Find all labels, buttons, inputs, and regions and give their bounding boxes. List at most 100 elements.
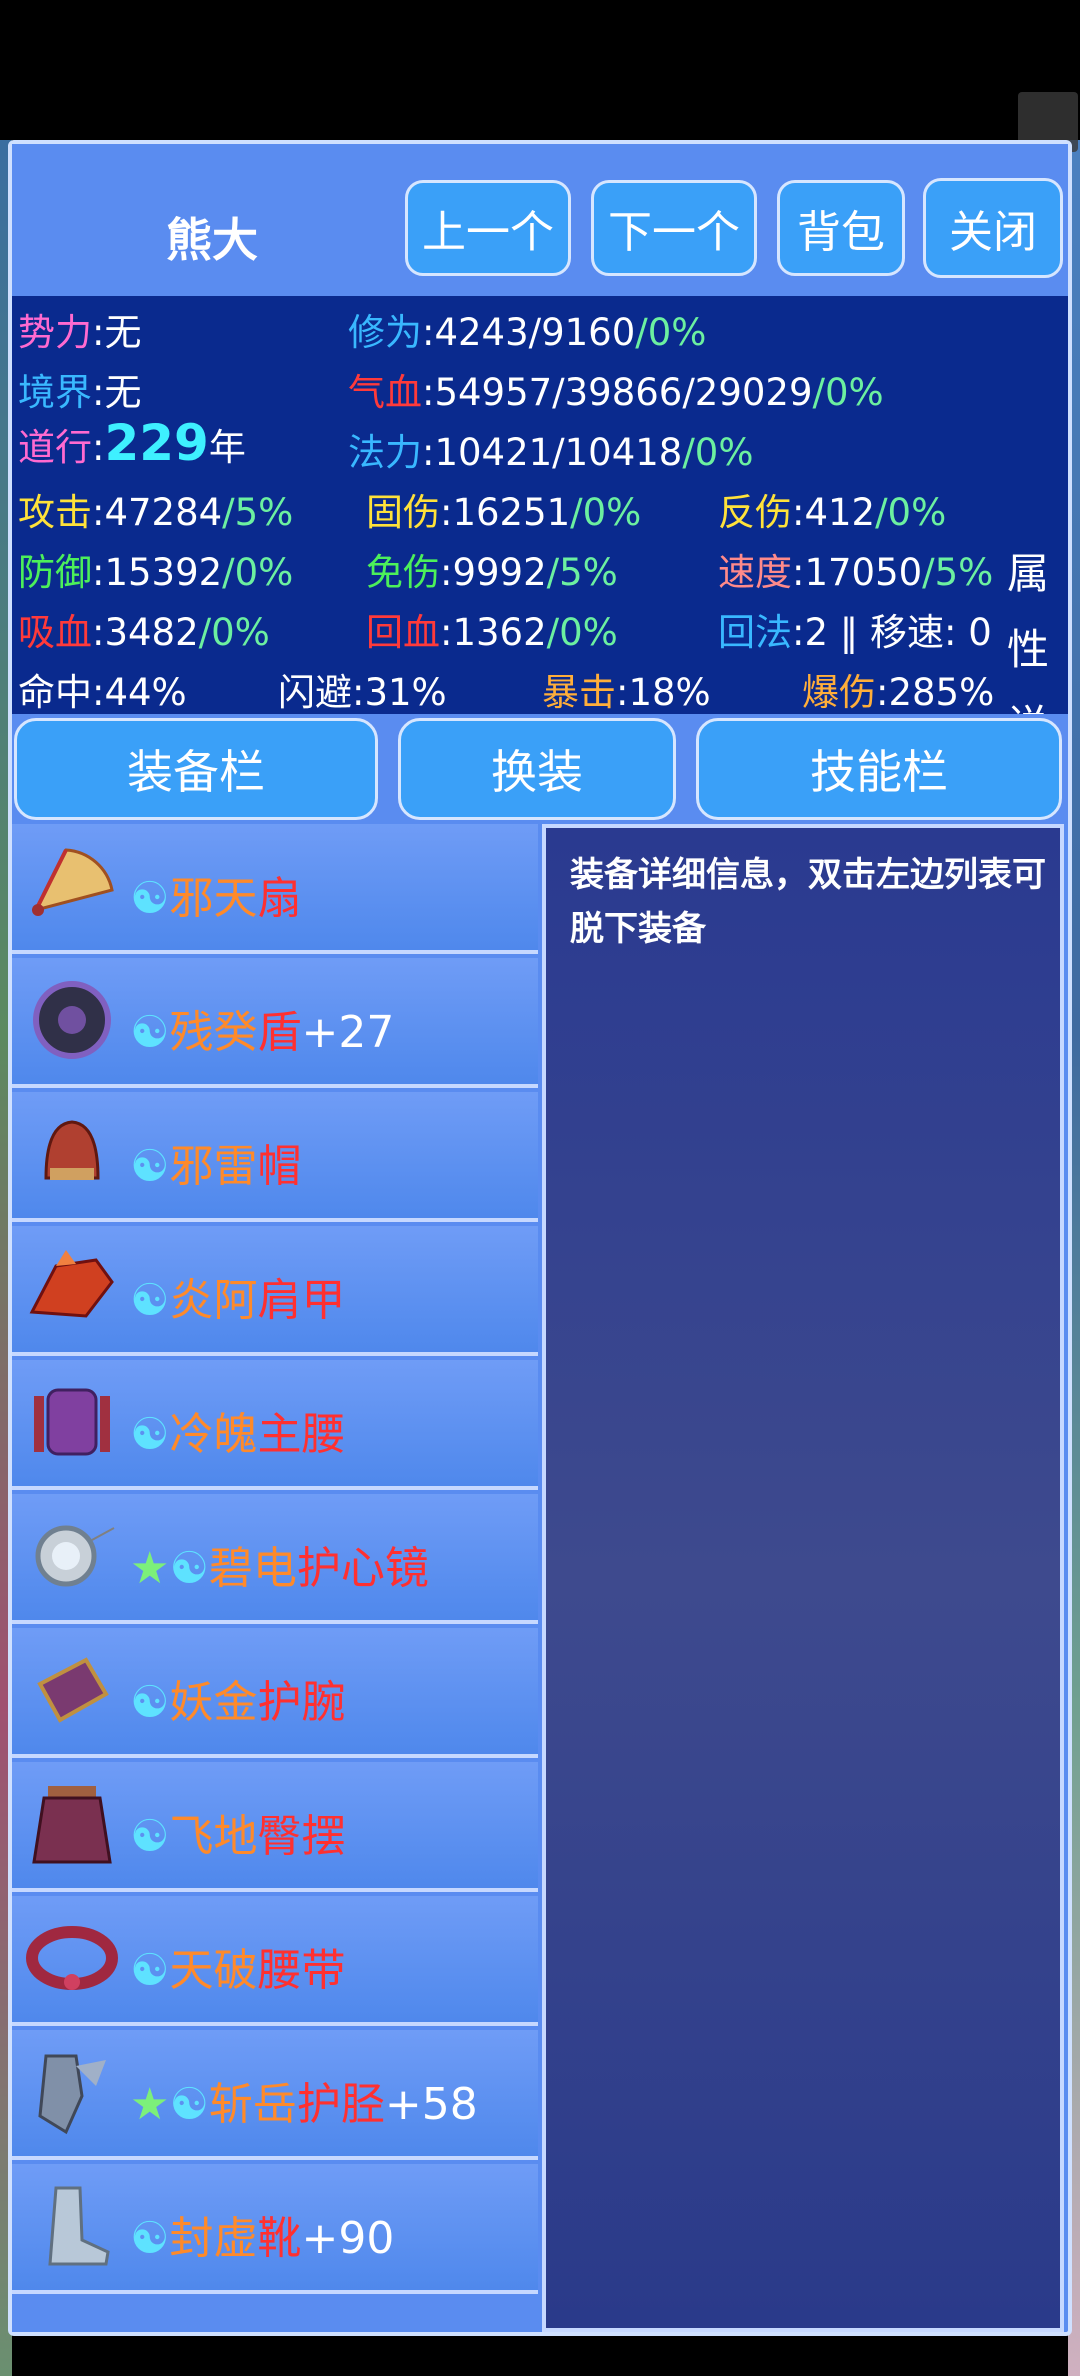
stat-fali: 法力:10421/10418/0% (348, 431, 754, 474)
equipment-q2: 盾 (257, 1007, 302, 1058)
shield-icon (24, 972, 120, 1068)
stat-xiuwei: 修为:4243/9160/0% (348, 311, 707, 354)
screen: 熊大 上一个 下一个 背包 关闭 势力:无 修为:4243/9160/0% 境界… (0, 0, 1080, 2376)
equipment-row[interactable]: ☯冷魄主腰 (12, 1360, 538, 1490)
equipment-detail-panel: 装备详细信息，双击左边列表可脱下装备 (542, 824, 1064, 2332)
stats-panel: 势力:无 修为:4243/9160/0% 境界:无 气血:54957/39866… (12, 296, 1068, 826)
equipment-yy: ☯ (130, 1141, 170, 1192)
equipment-row[interactable]: ☯邪天扇 (12, 824, 538, 954)
stat-fanshang: 反伤:412/0% (718, 491, 947, 534)
equipment-row[interactable]: ★☯斩岳护胫+58 (12, 2030, 538, 2160)
equipment-plus: +58 (384, 2079, 478, 2130)
equipment-yy: ☯ (130, 1409, 170, 1460)
equipment-q1: 天破 (169, 1945, 258, 1996)
tab-skills[interactable]: 技能栏 (696, 718, 1062, 820)
equipment-name: ★☯碧电护心镜 (130, 1532, 429, 1596)
equipment-name: ★☯斩岳护胫+58 (130, 2068, 478, 2132)
equipment-name: ☯天破腰带 (130, 1934, 345, 1998)
equipment-yy: ☯ (130, 2213, 170, 2264)
stat-qixue: 气血:54957/39866/29029/0% (348, 371, 884, 414)
equipment-row[interactable]: ☯炎阿肩甲 (12, 1226, 538, 1356)
equipment-yy: ☯ (130, 1677, 170, 1728)
waist-armor-icon (24, 1374, 120, 1470)
equipment-q2: 肩甲 (257, 1275, 346, 1326)
equipment-yy: ☯ (169, 1543, 209, 1594)
stat-mingzhong: 命中:44% (18, 671, 187, 714)
equipment-name: ☯残癸盾+27 (130, 996, 394, 1060)
stat-shili: 势力:无 (18, 311, 142, 354)
equipment-star: ★ (130, 2079, 170, 2130)
stat-baoji: 暴击:18% (542, 671, 711, 714)
equipment-yy: ☯ (169, 2079, 209, 2130)
stat-xixue: 吸血:3482/0% (18, 611, 270, 654)
boots-icon (24, 2178, 120, 2274)
equipment-q2: 护腕 (257, 1677, 346, 1728)
equipment-q2: 扇 (257, 873, 302, 924)
stat-jingjie: 境界:无 (18, 371, 142, 414)
equipment-row[interactable]: ★☯碧电护心镜 (12, 1494, 538, 1624)
equipment-q1: 邪天 (169, 873, 258, 924)
attr-char-1: 属 (1006, 549, 1049, 598)
equipment-yy: ☯ (130, 1007, 170, 1058)
close-button[interactable]: 关闭 (923, 178, 1063, 278)
equipment-row[interactable]: ☯封虚靴+90 (12, 2164, 538, 2294)
tab-bar: 装备栏 换装 技能栏 (12, 714, 1068, 824)
mirror-icon (24, 1508, 120, 1604)
panel-header: 熊大 上一个 下一个 背包 关闭 (12, 144, 1068, 296)
equipment-q2: 帽 (257, 1141, 302, 1192)
equipment-yy: ☯ (130, 1945, 170, 1996)
greaves-icon (24, 2044, 120, 2140)
prev-button[interactable]: 上一个 (405, 180, 571, 276)
stat-baoshang: 爆伤:285% (802, 671, 995, 714)
equipment-plus: +90 (301, 2213, 395, 2264)
next-button[interactable]: 下一个 (591, 180, 757, 276)
equipment-row[interactable]: ☯飞地臀摆 (12, 1762, 538, 1892)
equipment-q2: 臀摆 (257, 1811, 346, 1862)
stat-huifa: 回法:2 ‖ 移速: 0 (718, 611, 992, 654)
hip-skirt-icon (24, 1776, 120, 1872)
stat-gongji: 攻击:47284/5% (18, 491, 294, 534)
equipment-yy: ☯ (130, 1275, 170, 1326)
equipment-q1: 邪雷 (169, 1141, 258, 1192)
stat-sudu: 速度:17050/5% (718, 551, 994, 594)
stat-gushang: 固伤:16251/0% (366, 491, 642, 534)
equipment-row[interactable]: ☯残癸盾+27 (12, 958, 538, 1088)
equipment-row[interactable]: ☯天破腰带 (12, 1896, 538, 2026)
detail-text: 装备详细信息，双击左边列表可脱下装备 (570, 855, 1046, 949)
bag-button[interactable]: 背包 (777, 180, 905, 276)
equipment-q1: 冷魄 (169, 1409, 258, 1460)
equipment-name: ☯邪雷帽 (130, 1130, 301, 1194)
tab-equipment[interactable]: 装备栏 (14, 718, 378, 820)
attr-char-2: 性 (1006, 625, 1049, 674)
stat-huixue: 回血:1362/0% (366, 611, 618, 654)
equipment-row[interactable]: ☯妖金护腕 (12, 1628, 538, 1758)
equipment-name: ☯炎阿肩甲 (130, 1264, 345, 1328)
equipment-name: ☯冷魄主腰 (130, 1398, 345, 1462)
character-panel: 熊大 上一个 下一个 背包 关闭 势力:无 修为:4243/9160/0% 境界… (8, 140, 1072, 2336)
tab-change-outfit[interactable]: 换装 (398, 718, 676, 820)
equipment-name: ☯飞地臀摆 (130, 1800, 345, 1864)
equipment-plus: +27 (301, 1007, 395, 1058)
belt-icon (24, 1910, 120, 2006)
equipment-name: ☯封虚靴+90 (130, 2202, 394, 2266)
equipment-q1: 妖金 (169, 1677, 258, 1728)
equipment-yy: ☯ (130, 1811, 170, 1862)
stat-mianshang: 免伤:9992/5% (366, 551, 618, 594)
equipment-name: ☯妖金护腕 (130, 1666, 345, 1730)
shoulder-armor-icon (24, 1240, 120, 1336)
fan-icon (24, 838, 120, 934)
stat-shanbi: 闪避:31% (278, 671, 447, 714)
helmet-icon (24, 1106, 120, 1202)
bracer-icon (24, 1642, 120, 1738)
equipment-q1: 封虚 (169, 2213, 258, 2264)
equipment-star: ★ (130, 1543, 170, 1594)
equipment-yy: ☯ (130, 873, 170, 924)
stat-fangyu: 防御:15392/0% (18, 551, 294, 594)
equipment-q2: 腰带 (257, 1945, 346, 1996)
equipment-q1: 碧电 (208, 1543, 297, 1594)
equipment-list: ☯邪天扇 ☯残癸盾+27 ☯邪雷帽 ☯炎阿肩甲 ☯冷魄主腰 ★☯碧电护心镜 ☯妖金护腕 ☯飞地… (12, 824, 538, 2332)
equipment-q2: 主腰 (257, 1409, 346, 1460)
equipment-q2: 靴 (257, 2213, 302, 2264)
equipment-q1: 残癸 (169, 1007, 258, 1058)
equipment-row[interactable]: ☯邪雷帽 (12, 1092, 538, 1222)
